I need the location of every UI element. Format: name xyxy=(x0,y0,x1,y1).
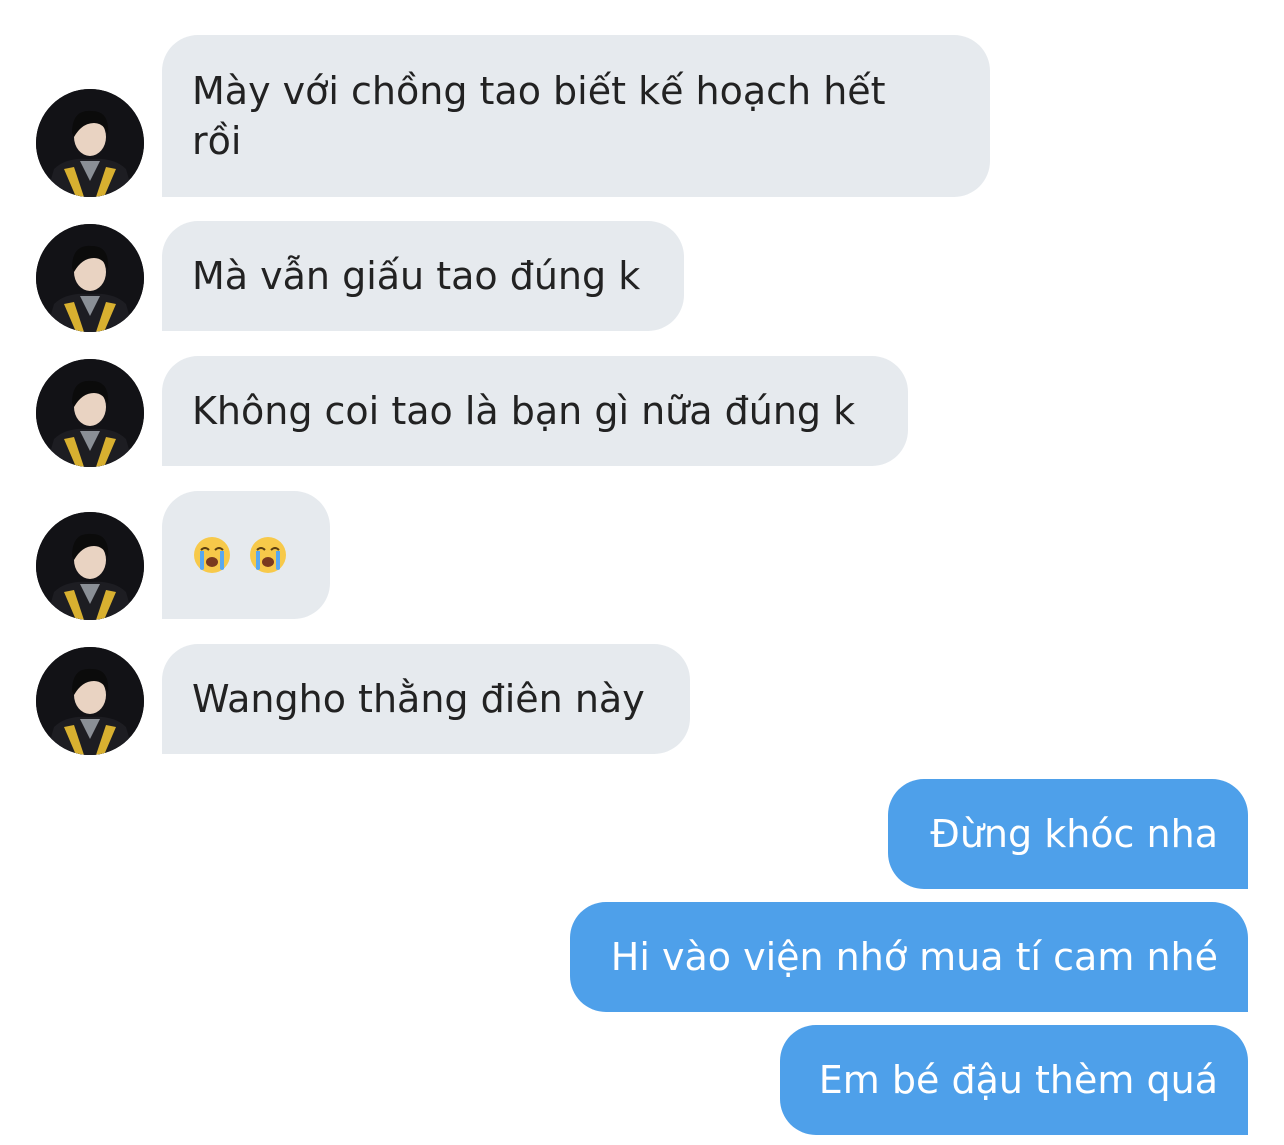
loudly-crying-face-icon xyxy=(250,537,286,573)
outgoing-message-bubble[interactable]: Đừng khóc nha xyxy=(888,779,1248,889)
message-text: Wangho thằng điên này xyxy=(192,677,645,721)
message-text: Đừng khóc nha xyxy=(930,812,1218,856)
avatar-photo xyxy=(36,359,144,467)
avatar-photo xyxy=(36,224,144,332)
incoming-message-bubble[interactable]: Mày với chồng tao biết kế hoạch hết rồi xyxy=(162,35,990,197)
avatar-photo xyxy=(36,512,144,620)
incoming-message-bubble[interactable]: Không coi tao là bạn gì nữa đúng k xyxy=(162,356,908,466)
message-text: Mà vẫn giấu tao đúng k xyxy=(192,254,641,298)
avatar-photo xyxy=(36,89,144,197)
avatar[interactable] xyxy=(36,512,144,620)
incoming-message-bubble[interactable]: Mà vẫn giấu tao đúng k xyxy=(162,221,684,331)
outgoing-message-bubble[interactable]: Em bé đậu thèm quá xyxy=(780,1025,1248,1135)
avatar[interactable] xyxy=(36,359,144,467)
avatar[interactable] xyxy=(36,89,144,197)
avatar[interactable] xyxy=(36,647,144,755)
message-text: Hi vào viện nhớ mua tí cam nhé xyxy=(610,935,1218,979)
outgoing-message-bubble[interactable]: Hi vào viện nhớ mua tí cam nhé xyxy=(570,902,1248,1012)
incoming-message-bubble[interactable]: Wangho thằng điên này xyxy=(162,644,690,754)
avatar-photo xyxy=(36,647,144,755)
message-text: Không coi tao là bạn gì nữa đúng k xyxy=(192,389,856,433)
message-text: Mày với chồng tao biết kế hoạch hết rồi xyxy=(192,69,886,163)
message-text: Em bé đậu thèm quá xyxy=(818,1058,1218,1102)
avatar[interactable] xyxy=(36,224,144,332)
emoji-group xyxy=(192,535,288,575)
loudly-crying-face-icon xyxy=(194,537,230,573)
incoming-message-bubble[interactable] xyxy=(162,491,330,619)
